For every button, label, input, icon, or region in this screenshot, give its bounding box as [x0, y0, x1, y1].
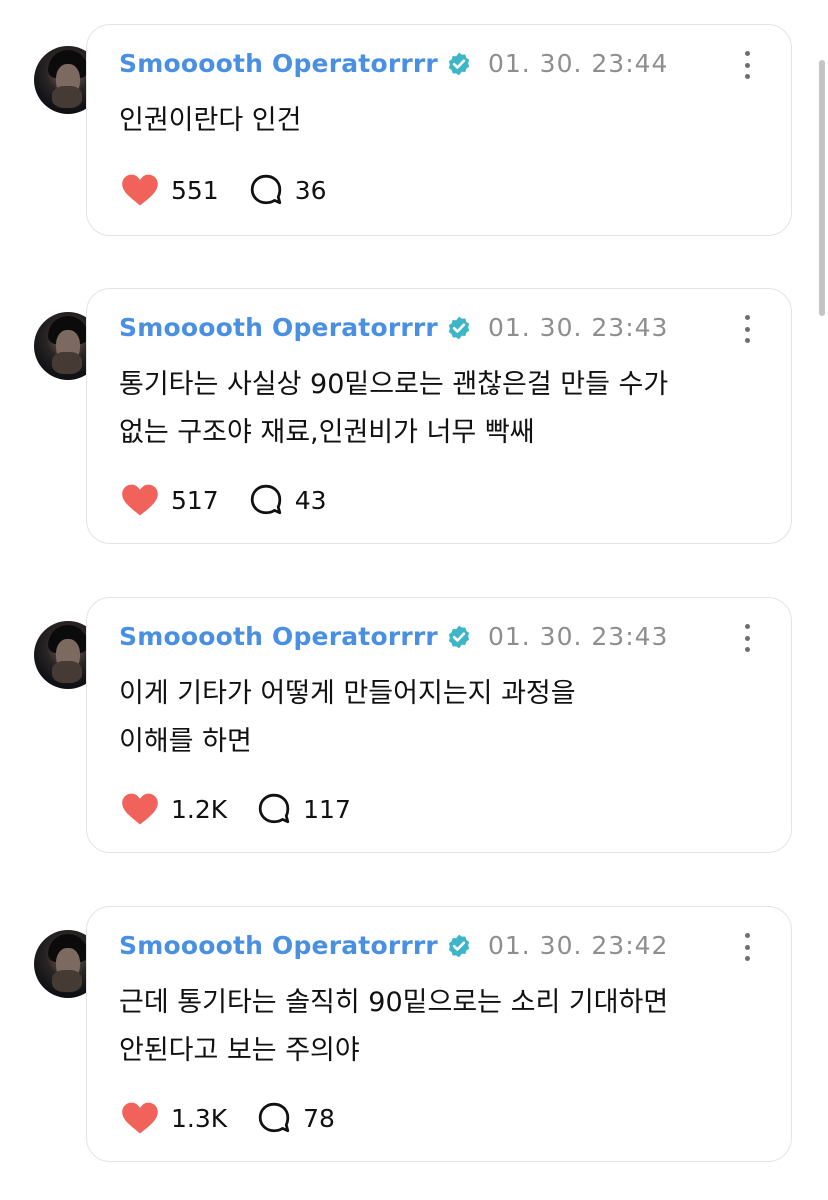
author-name[interactable]: Smooooth Operatorrrr: [119, 622, 438, 651]
heart-icon: [122, 1102, 158, 1134]
post-header: Smooooth Operatorrrr 01. 30. 23:42: [119, 931, 668, 960]
post-header: Smooooth Operatorrrr 01. 30. 23:43: [119, 622, 668, 651]
more-options-icon[interactable]: [743, 624, 751, 652]
reply-button[interactable]: 117: [257, 792, 351, 826]
verified-badge-icon: [448, 625, 470, 648]
post-actions: 1.2K 117: [121, 792, 351, 826]
comment-bubble-icon: [250, 174, 281, 205]
like-button[interactable]: 1.2K: [121, 792, 227, 826]
post-card: Smooooth Operatorrrr 01. 30. 23:44 인권이란다…: [86, 24, 792, 236]
like-count: 517: [171, 485, 219, 515]
post-text: 인권이란다 인건: [119, 105, 302, 136]
more-options-icon[interactable]: [743, 315, 751, 343]
reply-button[interactable]: 36: [249, 173, 327, 207]
author-name[interactable]: Smooooth Operatorrrr: [119, 931, 438, 960]
like-count: 1.2K: [171, 794, 228, 824]
post-card: Smooooth Operatorrrr 01. 30. 23:42 근데 통기…: [86, 906, 792, 1162]
post-card: Smooooth Operatorrrr 01. 30. 23:43 통기타는 …: [86, 288, 792, 544]
like-count: 1.3K: [171, 1103, 228, 1133]
post-actions: 517 43: [121, 483, 327, 517]
post-header: Smooooth Operatorrrr 01. 30. 23:44: [119, 49, 668, 78]
reply-count: 78: [303, 1103, 335, 1133]
reply-button[interactable]: 78: [257, 1101, 335, 1135]
post-actions: 551 36: [121, 173, 327, 207]
post-actions: 1.3K 78: [121, 1101, 335, 1135]
scrollbar-thumb[interactable]: [819, 60, 825, 316]
post-text: 근데 통기타는 솔직히 90밑으로는 소리 기대하면 안된다고 보는 주의야: [119, 987, 669, 1066]
like-count: 551: [171, 175, 219, 205]
reply-count: 43: [294, 485, 327, 515]
post-text: 이게 기타가 어떻게 만들어지는지 과정을 이해를 하면: [119, 678, 576, 757]
comment-bubble-icon: [258, 793, 290, 824]
like-button[interactable]: 551: [121, 173, 219, 207]
author-name[interactable]: Smooooth Operatorrrr: [119, 313, 438, 342]
post-card: Smooooth Operatorrrr 01. 30. 23:43 이게 기타…: [86, 597, 792, 853]
post-timestamp: 01. 30. 23:43: [487, 313, 669, 342]
scrollbar[interactable]: [819, 60, 825, 316]
author-name[interactable]: Smooooth Operatorrrr: [119, 49, 438, 78]
heart-icon: [122, 174, 158, 206]
post-header: Smooooth Operatorrrr 01. 30. 23:43: [119, 313, 668, 342]
comment-bubble-icon: [258, 1102, 290, 1133]
post-text: 통기타는 사실상 90밑으로는 괜찮은걸 만들 수가 없는 구조야 재료,인권비…: [119, 369, 669, 448]
like-button[interactable]: 1.3K: [121, 1101, 227, 1135]
reply-button[interactable]: 43: [249, 483, 327, 517]
post-timestamp: 01. 30. 23:42: [487, 931, 669, 960]
reply-count: 36: [294, 175, 327, 205]
more-options-icon[interactable]: [743, 51, 751, 79]
comment-bubble-icon: [250, 484, 281, 515]
heart-icon: [122, 484, 158, 516]
reply-count: 117: [303, 794, 351, 824]
verified-badge-icon: [448, 934, 470, 957]
heart-icon: [122, 793, 158, 825]
verified-badge-icon: [448, 316, 470, 339]
verified-badge-icon: [448, 52, 470, 75]
post-timestamp: 01. 30. 23:44: [487, 49, 669, 78]
post-timestamp: 01. 30. 23:43: [487, 622, 669, 651]
like-button[interactable]: 517: [121, 483, 219, 517]
more-options-icon[interactable]: [743, 933, 751, 961]
